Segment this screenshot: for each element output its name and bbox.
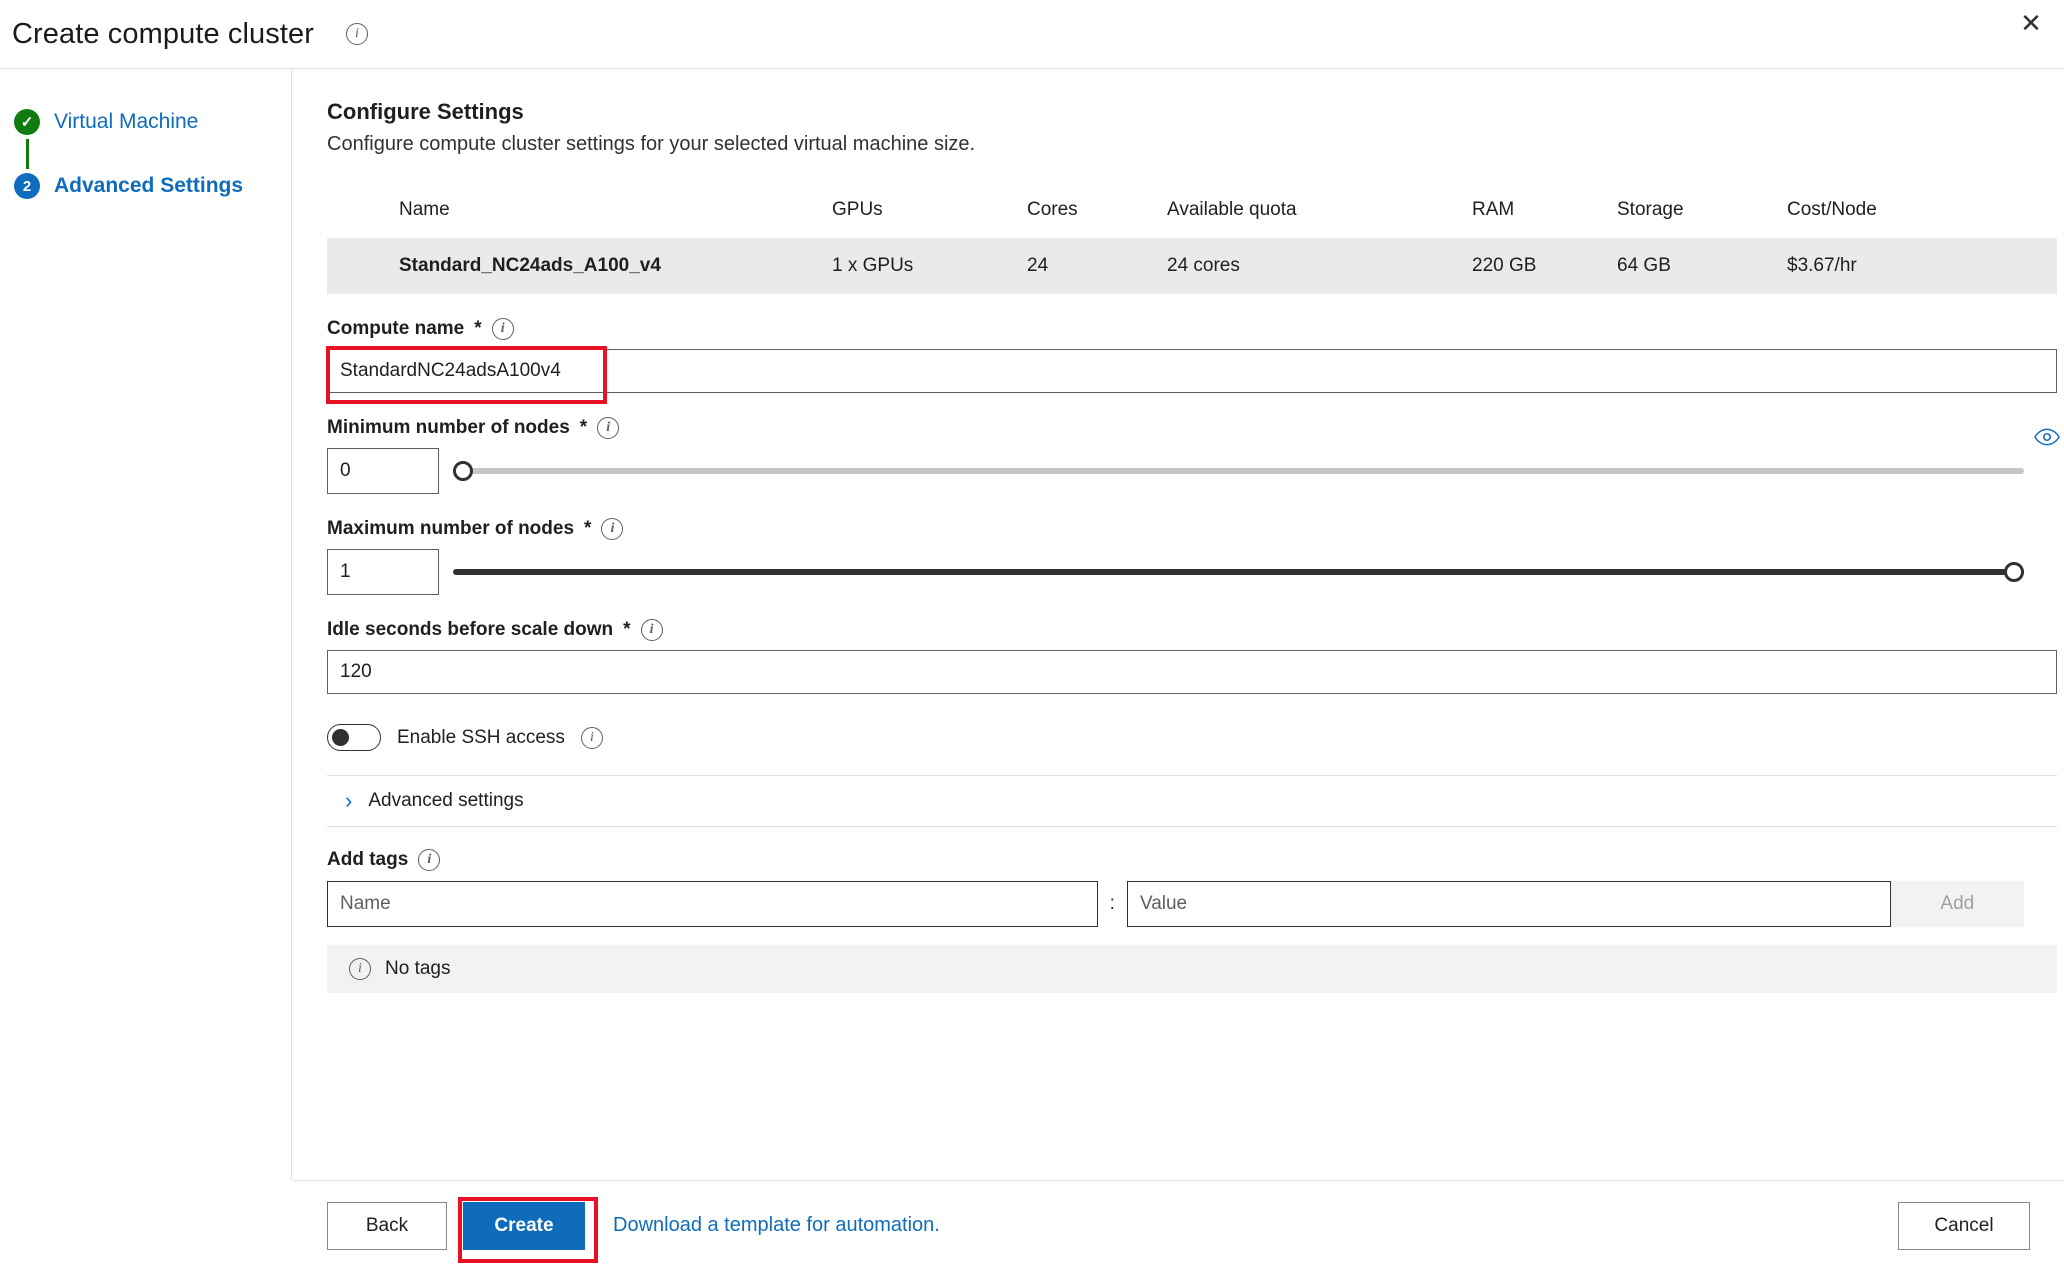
min-nodes-row: [327, 448, 2024, 494]
check-icon: ✓: [14, 109, 40, 135]
min-nodes-label: Minimum number of nodes * i: [327, 417, 2024, 439]
info-icon[interactable]: i: [597, 417, 620, 439]
sidebar-item-label: Advanced Settings: [54, 174, 244, 197]
sidebar-item-label: Virtual Machine: [54, 110, 199, 133]
table-row[interactable]: Standard_NC24ads_A100_v4 1 x GPUs 24 24 …: [327, 238, 2057, 294]
back-button[interactable]: Back: [327, 1201, 447, 1250]
max-nodes-input[interactable]: [327, 549, 439, 595]
cell-ram: 220 GB: [1472, 255, 1537, 276]
tag-separator: :: [1109, 893, 1115, 914]
idle-seconds-input[interactable]: [327, 650, 2057, 694]
compute-name-field: Compute name * i: [326, 318, 2057, 404]
section-subtitle: Configure compute cluster settings for y…: [327, 133, 976, 155]
column-header-name: Name: [399, 199, 450, 220]
slider-thumb[interactable]: [453, 461, 473, 481]
info-icon[interactable]: i: [418, 849, 441, 871]
tag-value-input[interactable]: [1126, 881, 1891, 927]
idle-seconds-label: Idle seconds before scale down * i: [327, 619, 2024, 641]
ssh-label: Enable SSH access: [397, 726, 565, 748]
required-mark: *: [474, 318, 482, 339]
cell-gpus: 1 x GPUs: [832, 255, 914, 276]
create-button[interactable]: Create: [463, 1201, 585, 1250]
vm-size-table: Name GPUs Cores Available quota RAM Stor…: [327, 182, 2057, 294]
no-tags-text: No tags: [385, 958, 451, 979]
column-header-ram: RAM: [1472, 199, 1515, 220]
add-tag-button[interactable]: Add: [1890, 881, 2024, 927]
cell-cores: 24: [1027, 255, 1049, 276]
advanced-settings-expander[interactable]: › Advanced settings: [327, 776, 2024, 826]
main-content: Configure Settings Configure compute clu…: [293, 69, 2064, 1180]
column-header-storage: Storage: [1617, 199, 1684, 220]
min-nodes-field: Minimum number of nodes * i: [327, 417, 2024, 494]
dialog-footer: Back Create Download a template for auto…: [293, 1181, 2064, 1270]
enable-ssh-toggle[interactable]: [327, 724, 381, 751]
slider-thumb[interactable]: [2004, 562, 2024, 582]
divider: [327, 826, 2057, 827]
min-nodes-slider[interactable]: [453, 448, 2024, 494]
ssh-toggle-row: Enable SSH access i: [327, 724, 2024, 751]
slider-track: [453, 468, 2024, 474]
page-title: Create compute cluster: [12, 17, 314, 50]
label-text: Idle seconds before scale down: [327, 619, 614, 640]
max-nodes-row: [327, 549, 2024, 595]
tag-name-input[interactable]: [327, 881, 1098, 927]
column-header-quota: Available quota: [1167, 199, 1297, 220]
column-header-cores: Cores: [1027, 199, 1078, 220]
column-header-gpus: GPUs: [832, 199, 883, 220]
required-mark: *: [579, 417, 588, 438]
info-icon[interactable]: i: [580, 726, 603, 749]
info-icon[interactable]: i: [491, 318, 514, 340]
compute-name-label: Compute name * i: [327, 318, 2024, 340]
tag-input-row: : Add: [327, 881, 2024, 927]
section-title: Configure Settings: [327, 99, 524, 124]
table-header-row: Name GPUs Cores Available quota RAM Stor…: [327, 182, 2057, 238]
info-icon[interactable]: i: [601, 518, 624, 540]
download-template-link[interactable]: Download a template for automation.: [613, 1214, 940, 1237]
cell-storage: 64 GB: [1617, 255, 1671, 276]
label-text: Minimum number of nodes: [327, 417, 570, 438]
cancel-button[interactable]: Cancel: [1898, 1201, 2030, 1250]
label-text: Compute name: [327, 318, 465, 339]
cell-quota: 24 cores: [1167, 255, 1240, 276]
create-compute-cluster-dialog: Create compute cluster i ✕ ✓ Virtual Mac…: [0, 0, 2064, 1270]
close-icon[interactable]: ✕: [2008, 0, 2054, 46]
wizard-sidebar: ✓ Virtual Machine 2 Advanced Settings: [0, 69, 292, 1180]
toggle-knob: [332, 729, 349, 746]
sidebar-item-virtual-machine[interactable]: ✓ Virtual Machine: [0, 105, 291, 139]
create-button-annotation: Create: [458, 1196, 598, 1263]
info-icon[interactable]: i: [346, 23, 368, 45]
add-tags-label: Add tags i: [327, 849, 2024, 871]
required-mark: *: [584, 518, 592, 539]
compute-name-annotation: [326, 346, 2057, 404]
cell-name: Standard_NC24ads_A100_v4: [399, 255, 661, 276]
dialog-header: Create compute cluster i ✕: [0, 0, 2064, 68]
required-mark: *: [623, 619, 631, 640]
slider-track: [453, 569, 2024, 575]
no-tags-message: i No tags: [327, 945, 2057, 993]
eye-icon[interactable]: [2034, 427, 2060, 447]
min-nodes-input[interactable]: [327, 448, 439, 494]
step-number-badge: 2: [14, 173, 40, 199]
advanced-settings-label: Advanced settings: [368, 790, 524, 811]
label-text: Add tags: [327, 849, 409, 870]
sidebar-item-advanced-settings[interactable]: 2 Advanced Settings: [0, 169, 291, 203]
max-nodes-label: Maximum number of nodes * i: [327, 518, 2024, 540]
chevron-right-icon: ›: [345, 788, 353, 813]
cell-cost: $3.67/hr: [1787, 255, 1857, 276]
compute-name-input[interactable]: [327, 349, 2057, 393]
sidebar-connector: [26, 139, 29, 169]
max-nodes-slider[interactable]: [453, 549, 2024, 595]
column-header-cost: Cost/Node: [1787, 199, 1877, 220]
label-text: Maximum number of nodes: [327, 518, 575, 539]
max-nodes-field: Maximum number of nodes * i: [327, 518, 2024, 595]
info-icon[interactable]: i: [640, 619, 663, 641]
idle-seconds-field: Idle seconds before scale down * i: [327, 619, 2057, 694]
info-icon: i: [349, 958, 371, 980]
